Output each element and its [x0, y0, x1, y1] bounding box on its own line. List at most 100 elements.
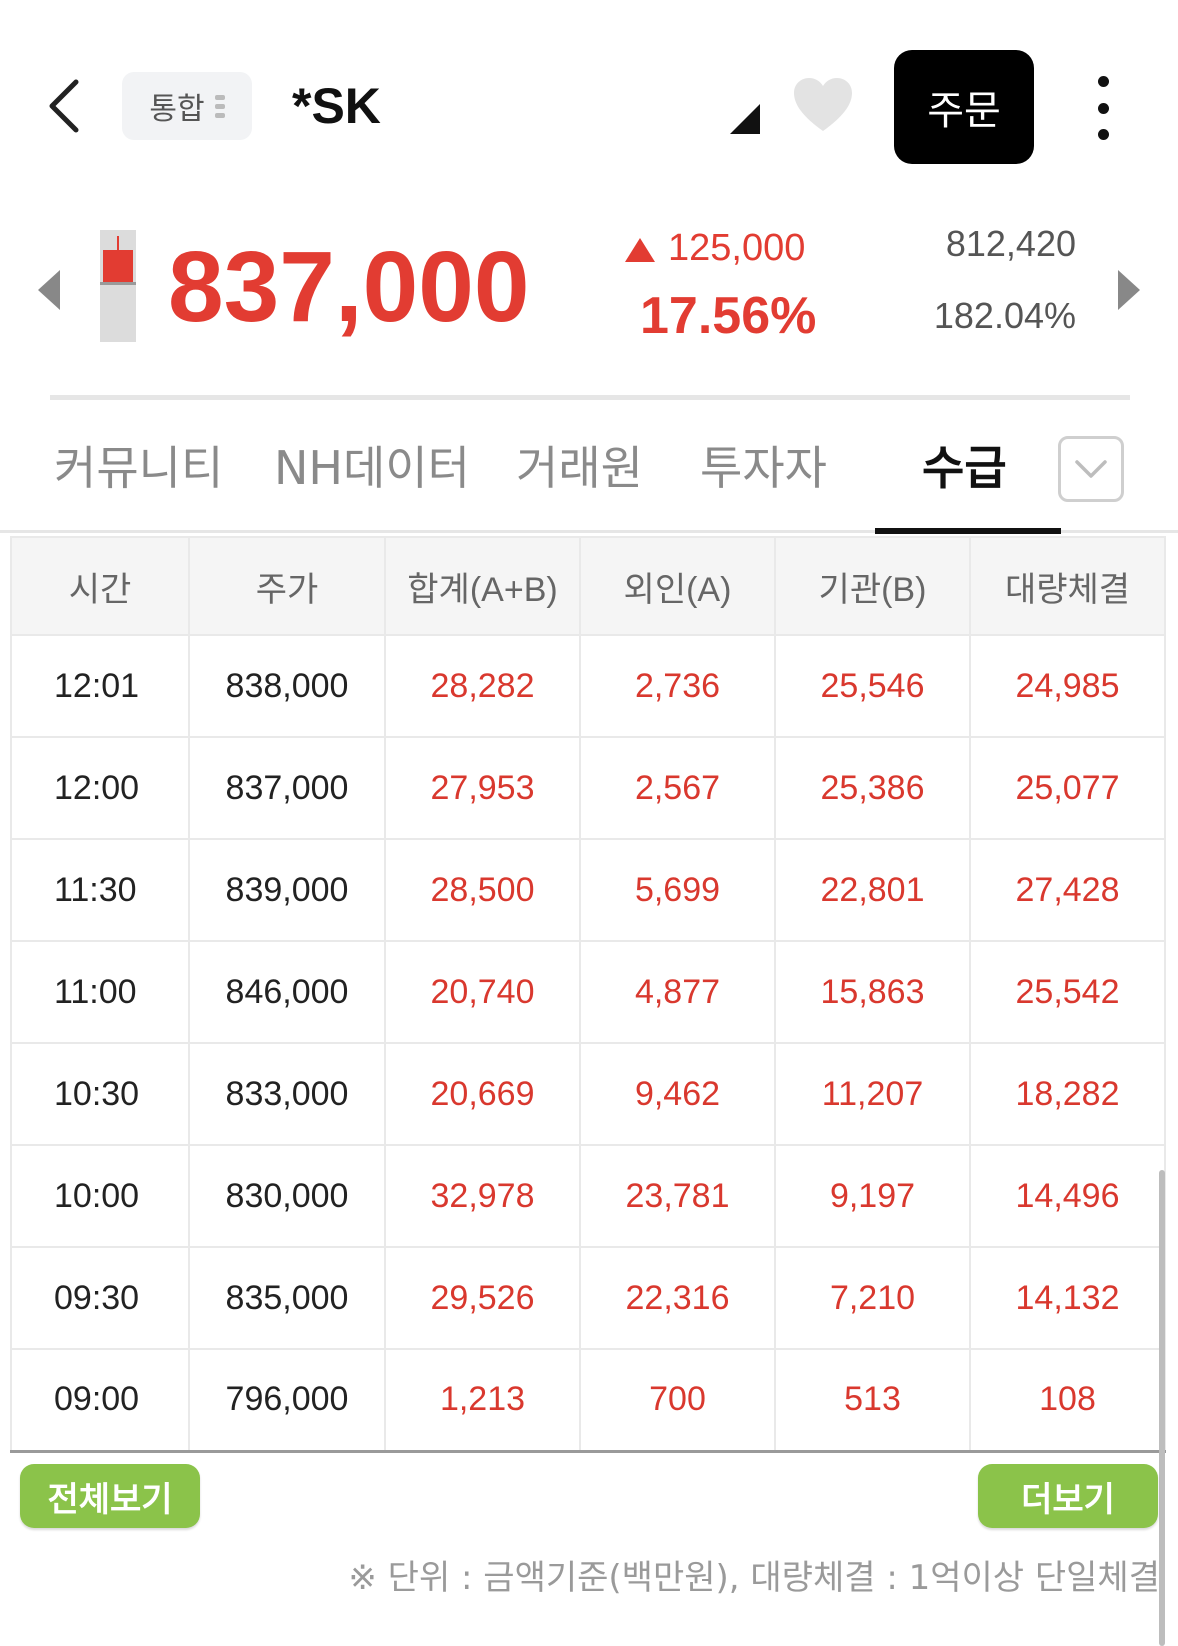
tab-broker[interactable]: 거래원	[516, 438, 643, 498]
divider	[50, 395, 1130, 400]
vertical-dots-icon[interactable]	[1088, 76, 1118, 140]
table-row: 12:01 838,000 28,282 2,736 25,546 24,985	[10, 634, 1166, 738]
table-header-row: 시간 주가 합계(A+B) 외인(A) 기관(B) 대량체결	[10, 536, 1166, 636]
supply-demand-table: 시간 주가 합계(A+B) 외인(A) 기관(B) 대량체결 12:01 838…	[10, 536, 1166, 1453]
cell-institution: 22,801	[774, 838, 971, 942]
table-row: 12:00 837,000 27,953 2,567 25,386 25,077	[10, 736, 1166, 840]
cell-foreign: 2,736	[579, 634, 776, 738]
corner-triangle-icon[interactable]	[730, 104, 760, 134]
cell-price: 835,000	[188, 1246, 386, 1350]
drag-handle-icon	[214, 94, 225, 118]
active-tab-indicator	[875, 528, 1061, 534]
cell-total: 20,669	[384, 1042, 581, 1146]
cell-institution: 7,210	[774, 1246, 971, 1350]
header-foreign: 외인(A)	[579, 536, 776, 636]
next-stock-button[interactable]	[1114, 268, 1144, 312]
cell-price: 846,000	[188, 940, 386, 1044]
cell-foreign: 4,877	[579, 940, 776, 1044]
back-button[interactable]	[42, 76, 86, 136]
cell-foreign: 22,316	[579, 1246, 776, 1350]
order-button[interactable]: 주문	[894, 50, 1034, 164]
chevron-left-icon	[49, 79, 79, 133]
tab-expand-button[interactable]	[1058, 436, 1124, 502]
table-row: 10:00 830,000 32,978 23,781 9,197 14,496	[10, 1144, 1166, 1248]
cell-institution: 9,197	[774, 1144, 971, 1248]
cell-block-trade: 14,132	[969, 1246, 1166, 1350]
cell-foreign: 5,699	[579, 838, 776, 942]
table-row: 11:00 846,000 20,740 4,877 15,863 25,542	[10, 940, 1166, 1044]
caret-right-icon	[1118, 270, 1140, 310]
cell-block-trade: 25,077	[969, 736, 1166, 840]
cell-price: 796,000	[188, 1348, 386, 1453]
current-price: 837,000	[168, 231, 530, 343]
cell-time: 09:00	[10, 1348, 190, 1453]
chevron-down-icon	[1075, 460, 1107, 478]
cell-foreign: 9,462	[579, 1042, 776, 1146]
cell-block-trade: 18,282	[969, 1042, 1166, 1146]
cell-time: 10:30	[10, 1042, 190, 1146]
table-row: 10:30 833,000 20,669 9,462 11,207 18,282	[10, 1042, 1166, 1146]
cell-institution: 25,546	[774, 634, 971, 738]
up-triangle-icon	[625, 238, 655, 262]
tab-supply-demand[interactable]: 수급	[922, 438, 1007, 498]
market-selector[interactable]: 통합	[122, 72, 252, 140]
cell-time: 11:00	[10, 940, 190, 1044]
cell-price: 830,000	[188, 1144, 386, 1248]
cell-total: 29,526	[384, 1246, 581, 1350]
cell-price: 837,000	[188, 736, 386, 840]
table-row: 11:30 839,000 28,500 5,699 22,801 27,428	[10, 838, 1166, 942]
tab-bar: 커뮤니티 NH데이터 거래원 투자자 수급	[0, 420, 1178, 536]
cell-total: 20,740	[384, 940, 581, 1044]
cell-foreign: 23,781	[579, 1144, 776, 1248]
cell-time: 11:30	[10, 838, 190, 942]
cell-institution: 513	[774, 1348, 971, 1453]
heart-icon	[794, 78, 852, 131]
view-all-button[interactable]: 전체보기	[20, 1464, 200, 1528]
favorite-button[interactable]	[792, 76, 854, 134]
cell-block-trade: 27,428	[969, 838, 1166, 942]
cell-price: 833,000	[188, 1042, 386, 1146]
volume-rate: 182.04%	[933, 295, 1076, 336]
cell-block-trade: 24,985	[969, 634, 1166, 738]
table-row: 09:00 796,000 1,213 700 513 108	[10, 1348, 1166, 1453]
candle-icon	[100, 230, 136, 342]
cell-total: 28,500	[384, 838, 581, 942]
cell-institution: 25,386	[774, 736, 971, 840]
market-label: 통합	[149, 92, 205, 127]
header-total: 합계(A+B)	[384, 536, 581, 636]
prev-stock-button[interactable]	[34, 268, 64, 312]
cell-foreign: 2,567	[579, 736, 776, 840]
header-institution: 기관(B)	[774, 536, 971, 636]
app-header: 통합 *SK 주문	[0, 0, 1178, 200]
cell-price: 838,000	[188, 634, 386, 738]
change-amount: 125,000	[668, 227, 806, 269]
cell-foreign: 700	[579, 1348, 776, 1453]
cell-institution: 15,863	[774, 940, 971, 1044]
cell-total: 27,953	[384, 736, 581, 840]
cell-time: 12:01	[10, 634, 190, 738]
cell-block-trade: 25,542	[969, 940, 1166, 1044]
cell-block-trade: 108	[969, 1348, 1166, 1453]
cell-block-trade: 14,496	[969, 1144, 1166, 1248]
cell-institution: 11,207	[774, 1042, 971, 1146]
cell-time: 10:00	[10, 1144, 190, 1248]
cell-total: 32,978	[384, 1144, 581, 1248]
cell-time: 12:00	[10, 736, 190, 840]
table-row: 09:30 835,000 29,526 22,316 7,210 14,132	[10, 1246, 1166, 1350]
change-rate: 17.56%	[640, 287, 817, 345]
cell-total: 28,282	[384, 634, 581, 738]
header-price: 주가	[188, 536, 386, 636]
tab-investor[interactable]: 투자자	[700, 438, 827, 498]
trade-volume: 812,420	[945, 223, 1076, 264]
header-time: 시간	[10, 536, 190, 636]
unit-footnote: ※ 단위 : 금액기준(백만원), 대량체결 : 1억이상 단일체결	[348, 1558, 1160, 1598]
header-block-trade: 대량체결	[969, 536, 1166, 636]
cell-total: 1,213	[384, 1348, 581, 1453]
tab-nh-data[interactable]: NH데이터	[274, 438, 470, 498]
caret-left-icon	[38, 270, 60, 310]
cell-price: 839,000	[188, 838, 386, 942]
stock-name[interactable]: *SK	[292, 72, 381, 140]
cell-time: 09:30	[10, 1246, 190, 1350]
more-button[interactable]: 더보기	[978, 1464, 1158, 1528]
tab-community[interactable]: 커뮤니티	[54, 438, 223, 498]
